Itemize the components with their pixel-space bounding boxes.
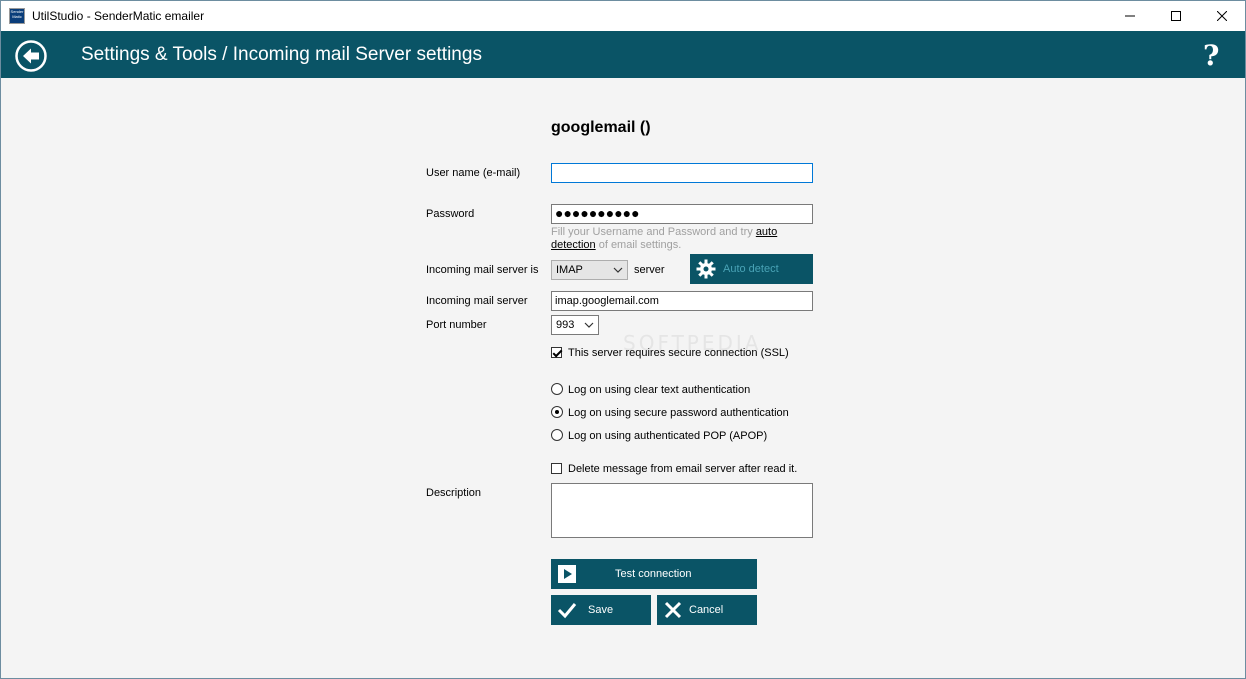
cross-icon xyxy=(664,601,682,619)
password-label: Password xyxy=(426,208,475,220)
username-input[interactable] xyxy=(551,163,813,183)
auth-radio-apop[interactable] xyxy=(551,429,563,441)
server-label: Incoming mail server xyxy=(426,295,528,307)
hint-prefix: Fill your Username and Password and try xyxy=(551,226,756,238)
header-bar: Settings & Tools / Incoming mail Server … xyxy=(1,31,1245,78)
back-arrow-icon xyxy=(15,40,47,72)
chevron-down-icon xyxy=(613,267,623,273)
server-suffix-label: server xyxy=(634,264,665,276)
cancel-button[interactable]: Cancel xyxy=(657,595,757,625)
delete-after-read-checkbox[interactable] xyxy=(551,463,562,474)
auth-radio-secure-password[interactable] xyxy=(551,406,563,418)
minimize-button[interactable] xyxy=(1107,1,1153,31)
server-type-select[interactable]: IMAP xyxy=(551,260,628,280)
auth-label-clear-text: Log on using clear text authentication xyxy=(568,384,751,396)
close-icon xyxy=(1217,11,1227,21)
save-label: Save xyxy=(588,604,614,616)
server-type-value: IMAP xyxy=(556,264,583,276)
window-title: UtilStudio - SenderMatic emailer xyxy=(32,9,205,23)
auto-detect-label: Auto detect xyxy=(723,263,779,275)
help-button[interactable]: ? xyxy=(1203,39,1219,72)
auto-detect-button[interactable]: Auto detect xyxy=(690,254,813,284)
play-icon xyxy=(558,565,576,583)
ssl-checkbox[interactable] xyxy=(551,347,562,358)
maximize-icon xyxy=(1171,11,1181,21)
port-value: 993 xyxy=(556,319,575,331)
description-label: Description xyxy=(426,487,482,499)
chevron-down-icon xyxy=(584,322,594,328)
test-connection-button[interactable]: Test connection xyxy=(551,559,757,589)
app-window: Sender Matic UtilStudio - SenderMatic em… xyxy=(0,0,1246,679)
server-input[interactable] xyxy=(551,291,813,311)
save-button[interactable]: Save xyxy=(551,595,651,625)
delete-after-read-label: Delete message from email server after r… xyxy=(568,463,798,475)
page-title: Settings & Tools / Incoming mail Server … xyxy=(81,44,482,65)
server-type-label: Incoming mail server is xyxy=(426,264,539,276)
description-textarea[interactable] xyxy=(551,483,813,538)
ssl-label: This server requires secure connection (… xyxy=(568,347,789,359)
account-title: googlemail () xyxy=(551,119,651,136)
app-icon-text: Sender Matic xyxy=(10,9,24,19)
test-connection-label: Test connection xyxy=(615,568,692,580)
auto-detect-link-2[interactable]: detection xyxy=(551,239,596,251)
auth-label-apop: Log on using authenticated POP (APOP) xyxy=(568,430,768,442)
maximize-button[interactable] xyxy=(1153,1,1199,31)
back-button[interactable] xyxy=(15,40,47,72)
close-button[interactable] xyxy=(1199,1,1245,31)
port-label: Port number xyxy=(426,319,487,331)
auth-radio-clear-text[interactable] xyxy=(551,383,563,395)
port-select[interactable]: 993 xyxy=(551,315,599,335)
gear-icon xyxy=(696,259,716,279)
app-icon: Sender Matic xyxy=(9,8,25,24)
cancel-label: Cancel xyxy=(689,604,724,616)
title-bar: Sender Matic UtilStudio - SenderMatic em… xyxy=(1,1,1245,31)
auto-detect-link-1[interactable]: auto xyxy=(756,226,777,238)
auth-label-secure-password: Log on using secure password authenticat… xyxy=(568,407,789,419)
username-label: User name (e-mail) xyxy=(426,167,521,179)
autodetect-hint: Fill your Username and Password and try … xyxy=(551,226,813,251)
password-value: ●●●●●●●●●● xyxy=(555,205,640,221)
checkmark-icon xyxy=(557,603,577,619)
hint-suffix: of email settings. xyxy=(595,238,682,251)
minimize-icon xyxy=(1125,15,1135,17)
